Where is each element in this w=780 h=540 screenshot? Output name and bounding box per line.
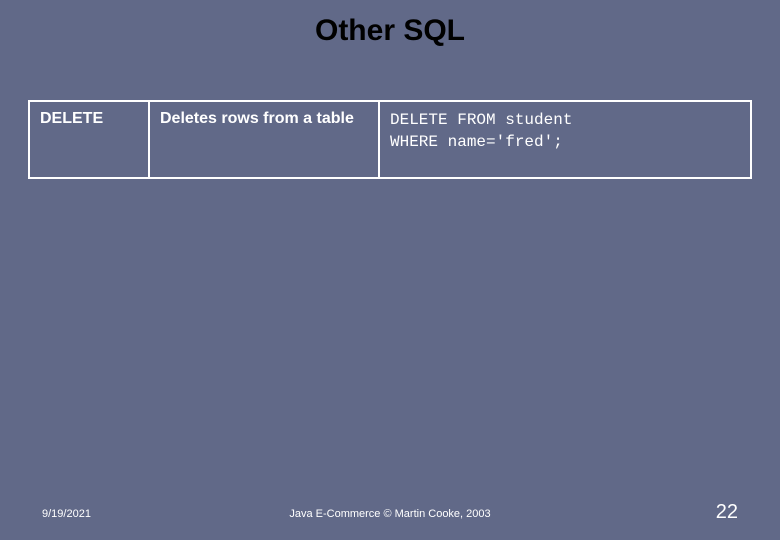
cell-description: Deletes rows from a table: [149, 101, 379, 178]
slide: Other SQL DELETE Deletes rows from a tab…: [0, 0, 780, 540]
footer-page-number: 22: [716, 501, 738, 524]
table: DELETE Deletes rows from a table DELETE …: [28, 100, 752, 179]
slide-title: Other SQL: [0, 14, 780, 48]
footer-copyright: Java E-Commerce © Martin Cooke, 2003: [0, 508, 780, 520]
sql-table: DELETE Deletes rows from a table DELETE …: [28, 100, 752, 179]
cell-command: DELETE: [29, 101, 149, 178]
table-row: DELETE Deletes rows from a table DELETE …: [29, 101, 751, 178]
cell-code: DELETE FROM student WHERE name='fred';: [379, 101, 751, 178]
